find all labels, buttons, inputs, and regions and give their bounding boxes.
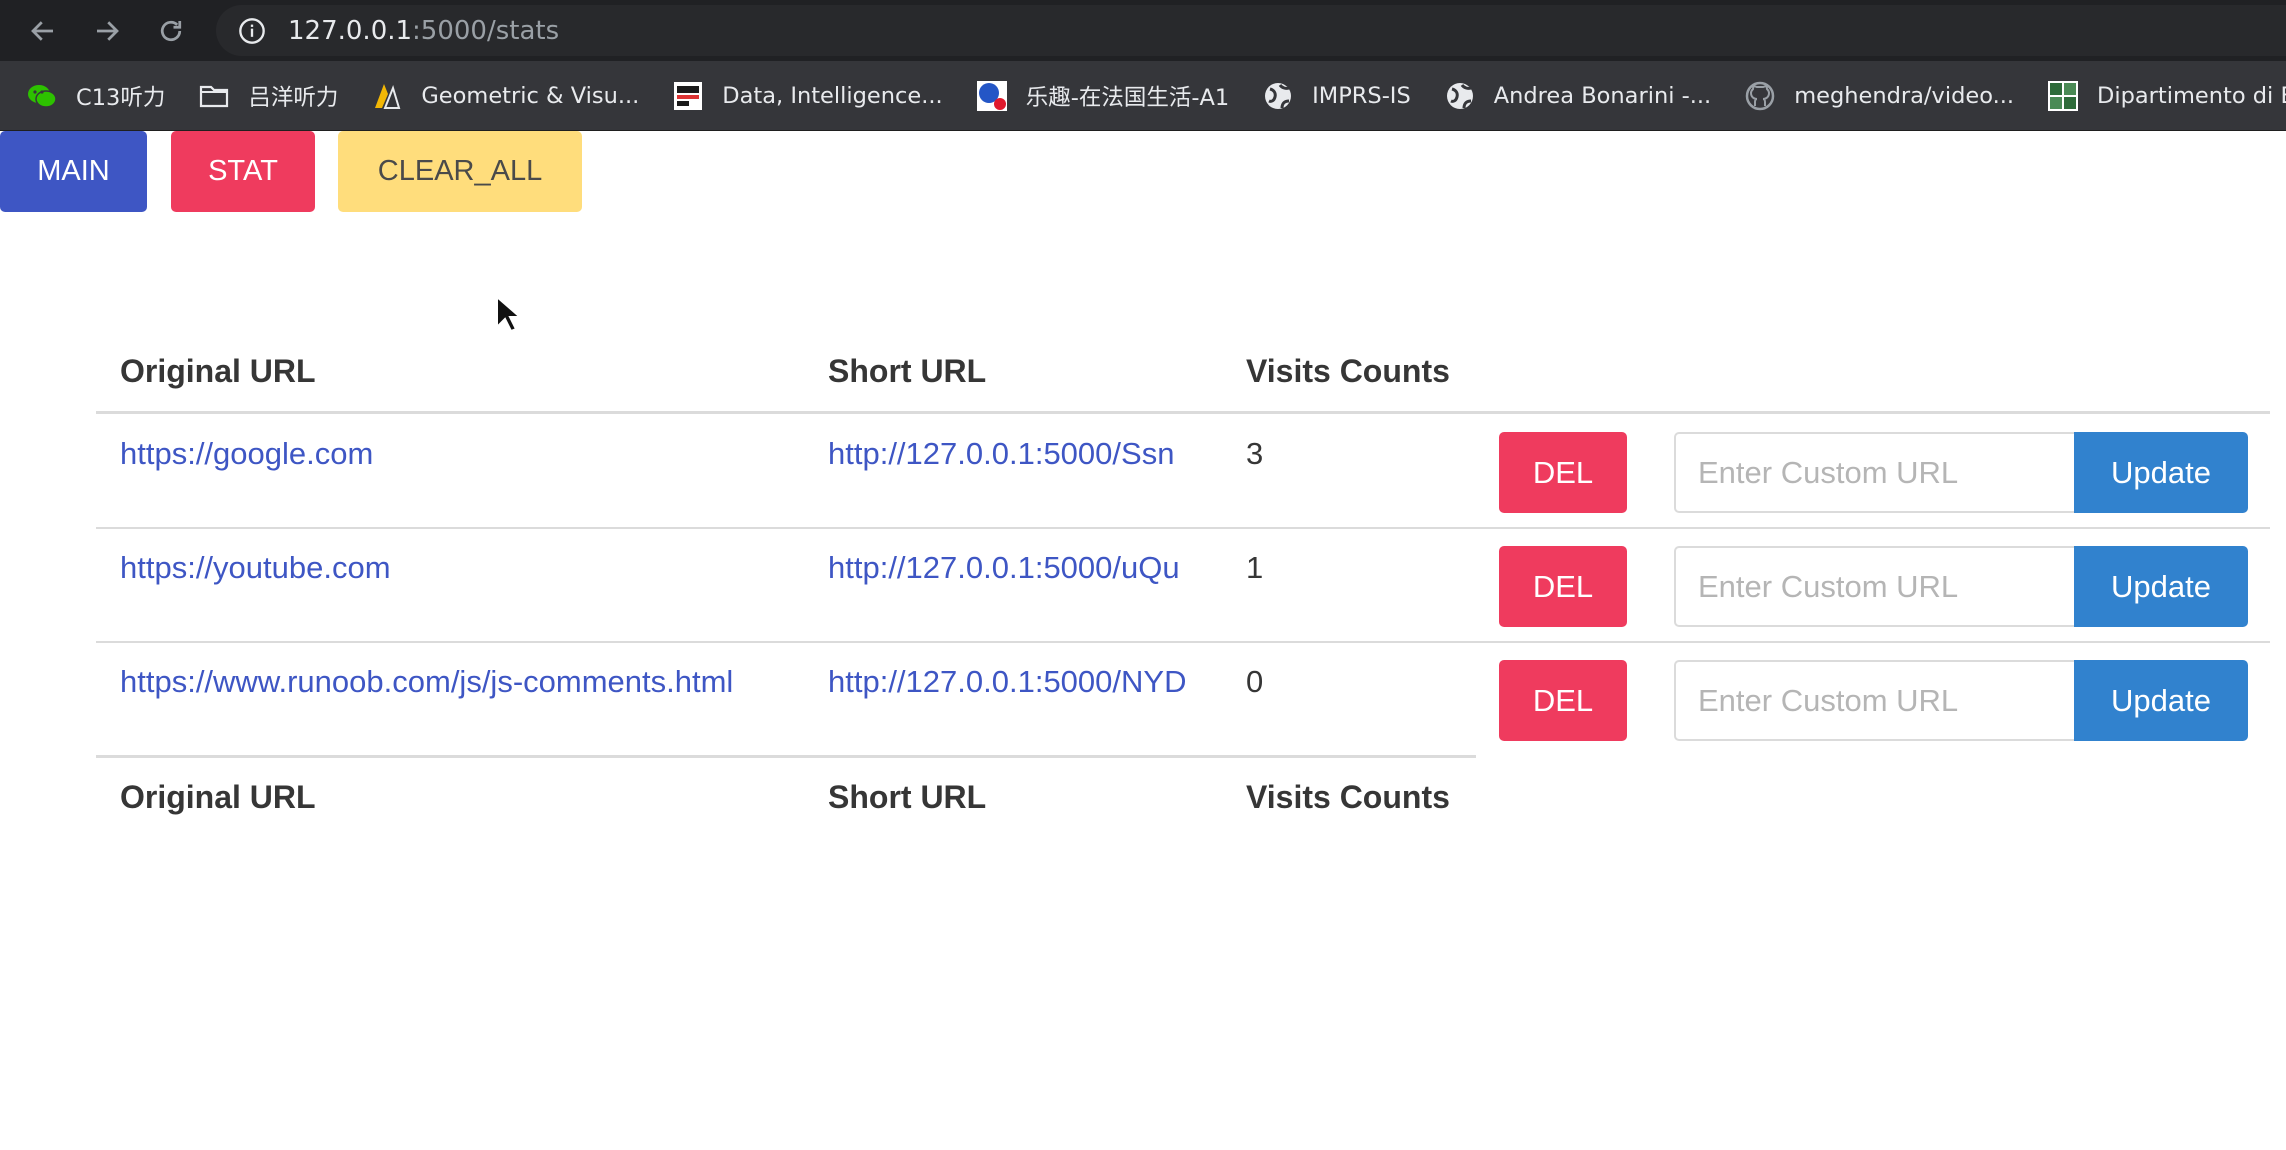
delete-button[interactable]: DEL [1499, 546, 1627, 627]
custom-url-input[interactable] [1674, 546, 2077, 627]
bookmark-dipartimento[interactable]: Dipartimento di E [2047, 61, 2286, 130]
custom-url-input[interactable] [1674, 432, 2077, 513]
original-url-link[interactable]: https://www.runoob.com/js/js-comments.ht… [120, 664, 733, 700]
wechat-icon [26, 80, 58, 112]
delete-button[interactable]: DEL [1499, 660, 1627, 741]
header-short-url: Short URL [828, 353, 987, 389]
bookmark-label: Andrea Bonarini -... [1493, 82, 1712, 109]
arrow-left-icon [31, 20, 53, 41]
bookmark-label: C13听力 [76, 84, 166, 111]
visit-count: 1 [1246, 550, 1264, 585]
footer-visits-counts: Visits Counts [1246, 779, 1450, 815]
top-nav: MAIN STAT CLEAR_ALL [0, 131, 582, 212]
reload-button[interactable] [139, 0, 203, 61]
main-button[interactable]: MAIN [0, 131, 147, 212]
back-button[interactable] [11, 0, 75, 61]
folder-icon [198, 80, 230, 112]
site-logo-icon [2047, 80, 2079, 112]
bookmark-label: 吕洋听力 [248, 84, 339, 111]
delete-button[interactable]: DEL [1499, 432, 1627, 513]
bookmark-label: IMPRS-IS [1312, 82, 1411, 109]
row-divider [96, 527, 2270, 529]
bookmark-label: meghendra/video... [1794, 82, 2015, 109]
custom-url-input[interactable] [1674, 660, 2077, 741]
footer-original-url: Original URL [120, 779, 316, 815]
original-url-link[interactable]: https://google.com [120, 436, 373, 472]
header-divider [96, 411, 2270, 414]
bookmark-data-intelligence[interactable]: Data, Intelligence... [672, 61, 943, 130]
row-divider [96, 641, 2270, 643]
mouse-cursor-icon [496, 295, 519, 333]
bookmark-geometric[interactable]: Geometric & Visu... [371, 61, 640, 130]
site-info-icon[interactable] [238, 17, 266, 45]
globe-icon [1262, 80, 1294, 112]
bookmark-label: Data, Intelligence... [722, 82, 943, 109]
short-url-link[interactable]: http://127.0.0.1:5000/uQu [828, 550, 1180, 586]
address-bar[interactable]: 127.0.0.1:5000/stats [216, 5, 2286, 56]
globe-icon [1444, 80, 1476, 112]
header-visits-counts: Visits Counts [1246, 353, 1450, 389]
update-button[interactable]: Update [2074, 660, 2248, 741]
update-button[interactable]: Update [2074, 546, 2248, 627]
arrow-right-icon [97, 20, 119, 41]
url-path: :5000/stats [412, 15, 560, 46]
site-logo-icon [371, 80, 403, 112]
footer-short-url: Short URL [828, 779, 987, 815]
bookmarks-bar: C13听力 吕洋听力 Geometric & Visu... Data, Int… [0, 61, 2286, 131]
bookmark-imprs[interactable]: IMPRS-IS [1262, 61, 1411, 130]
bookmark-label: 乐趣-在法国生活-A1 [1025, 84, 1230, 111]
short-url-link[interactable]: http://127.0.0.1:5000/NYD [828, 664, 1186, 700]
browser-toolbar: 127.0.0.1:5000/stats [0, 0, 2286, 61]
bookmark-andrea[interactable]: Andrea Bonarini -... [1444, 61, 1712, 130]
forward-button[interactable] [75, 0, 139, 61]
url-host: 127.0.0.1 [288, 15, 413, 46]
original-url-link[interactable]: https://youtube.com [120, 550, 391, 586]
stat-button[interactable]: STAT [171, 131, 315, 212]
bookmark-meghendra[interactable]: meghendra/video... [1744, 61, 2015, 130]
short-url-link[interactable]: http://127.0.0.1:5000/Ssn [828, 436, 1174, 472]
bookmark-label: Geometric & Visu... [421, 82, 640, 109]
github-icon [1744, 80, 1776, 112]
bookmark-label: Dipartimento di E [2097, 82, 2286, 109]
bookmark-lvyang[interactable]: 吕洋听力 [198, 61, 339, 130]
site-logo-icon [976, 80, 1008, 112]
site-logo-icon [672, 80, 704, 112]
visit-count: 3 [1246, 436, 1264, 471]
header-original-url: Original URL [120, 353, 316, 389]
bookmark-c13[interactable]: C13听力 [26, 61, 166, 130]
footer-divider [96, 755, 1476, 758]
reload-icon [160, 20, 182, 41]
clear-all-button[interactable]: CLEAR_ALL [338, 131, 582, 212]
visit-count: 0 [1246, 664, 1264, 699]
bookmark-lequ[interactable]: 乐趣-在法国生活-A1 [976, 61, 1230, 130]
update-button[interactable]: Update [2074, 432, 2248, 513]
